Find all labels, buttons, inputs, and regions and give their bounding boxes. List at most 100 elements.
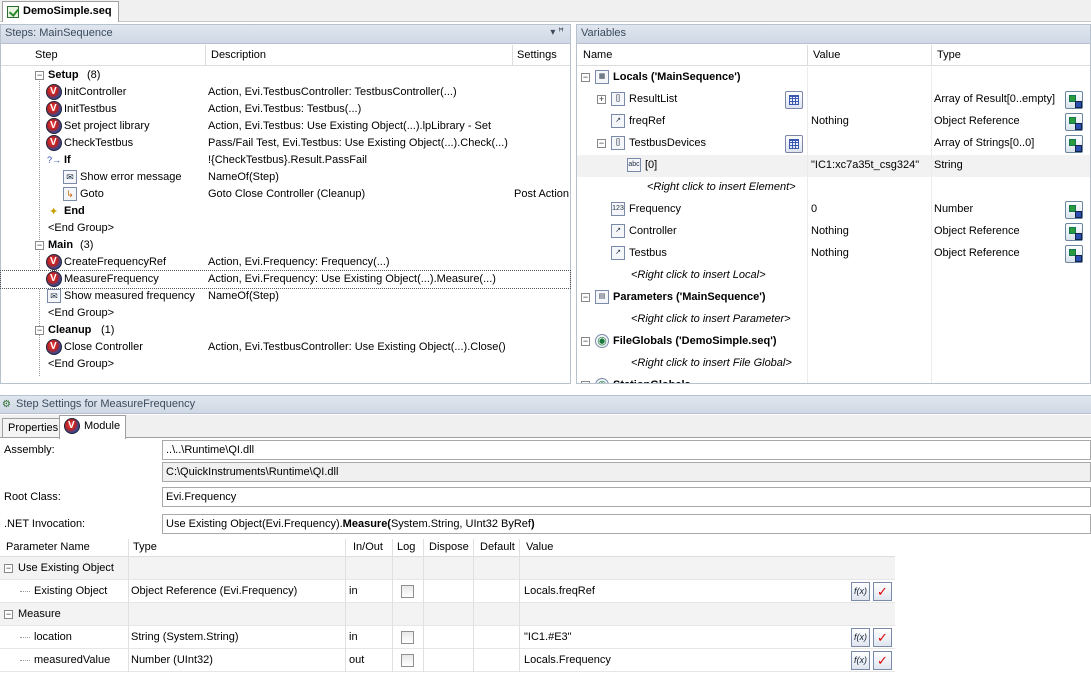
step-row[interactable]: − Main (3): [1, 237, 570, 254]
tab-properties[interactable]: Properties: [2, 418, 65, 438]
parameter-group-row[interactable]: − Measure: [0, 603, 895, 626]
variable-row[interactable]: − ▦ Locals ('MainSequence'): [577, 67, 1090, 89]
document-tab[interactable]: DemoSimple.seq: [2, 1, 119, 22]
tree-line: [20, 637, 30, 638]
variable-row[interactable]: abc [0] "IC1:xc7a35t_csg324" String: [577, 155, 1090, 177]
collapse-icon[interactable]: −: [581, 337, 590, 346]
collapse-icon[interactable]: −: [581, 73, 590, 82]
variable-row[interactable]: − ◉ StationGlobals: [577, 375, 1090, 383]
collapse-icon[interactable]: −: [4, 564, 13, 573]
variable-row[interactable]: −[] TestbusDevices Array of Strings[0..0]: [577, 133, 1090, 155]
tree-line: [20, 660, 30, 661]
variable-row[interactable]: <Right click to insert Element>: [577, 177, 1090, 199]
collapse-icon[interactable]: −: [581, 293, 590, 302]
invocation-field[interactable]: Use Existing Object(Evi.Frequency).Measu…: [162, 514, 1091, 534]
col-name[interactable]: Name: [583, 49, 612, 61]
variable-row[interactable]: + [] ResultList Array of Result[0..empty]: [577, 89, 1090, 111]
root-class-field[interactable]: Evi.Frequency: [162, 487, 1091, 507]
expression-browse-button[interactable]: f(x): [851, 651, 870, 670]
pcol-default[interactable]: Default: [480, 541, 515, 553]
variable-row[interactable]: 123 Frequency 0 Number: [577, 199, 1090, 221]
tab-module[interactable]: Module: [59, 415, 127, 439]
parameters-table: − Use Existing Object Existing Object Objec…: [0, 557, 895, 675]
variable-row[interactable]: <Right click to insert Parameter>: [577, 309, 1090, 331]
pcol-value[interactable]: Value: [526, 541, 553, 553]
insert-hint: <Right click to insert File Global>: [631, 357, 792, 369]
expand-icon[interactable]: +: [597, 95, 606, 104]
array-bounds-button[interactable]: [785, 91, 803, 109]
collapse-icon[interactable]: −: [35, 241, 44, 250]
parameter-row[interactable]: location String (System.String) in "IC1.#E3…: [0, 626, 895, 649]
variable-row[interactable]: ↗ Controller Nothing Object Reference: [577, 221, 1090, 243]
variable-row[interactable]: ↗ Testbus Nothing Object Reference: [577, 243, 1090, 265]
pcol-type[interactable]: Type: [133, 541, 157, 553]
array-bounds-button[interactable]: [785, 135, 803, 153]
step-row[interactable]: − Setup (8): [1, 67, 570, 84]
variable-row[interactable]: <Right click to insert File Global>: [577, 353, 1090, 375]
step-row[interactable]: <End Group>: [1, 220, 570, 237]
parameter-row[interactable]: measuredValue Number (UInt32) out Locals.Fr…: [0, 649, 895, 672]
pcol-inout[interactable]: In/Out: [353, 541, 383, 553]
check-expression-button[interactable]: ✓: [873, 651, 892, 670]
step-row[interactable]: Close Controller Action, Evi.TestbusContr…: [1, 339, 570, 356]
variable-name: ResultList: [629, 93, 678, 105]
pcol-dispose[interactable]: Dispose: [429, 541, 469, 553]
step-row[interactable]: InitController Action, Evi.TestbusControl…: [1, 84, 570, 101]
step-row[interactable]: MeasureFrequency Action, Evi.Frequency: U…: [0, 270, 571, 289]
collapse-icon[interactable]: −: [35, 71, 44, 80]
step-row[interactable]: ✉ Show error message NameOf(Step): [1, 169, 570, 186]
step-row[interactable]: ?→ If !{CheckTestbus}.Result.PassFail: [1, 152, 570, 169]
collapse-icon[interactable]: −: [4, 610, 13, 619]
variable-row[interactable]: − ◉ FileGlobals ('DemoSimple.seq'): [577, 331, 1090, 353]
step-row[interactable]: ✉ Show measured frequency NameOf(Step): [1, 288, 570, 305]
action-step-icon: [46, 135, 62, 151]
browse-type-button[interactable]: [1065, 245, 1083, 263]
variable-row[interactable]: − ▤ Parameters ('MainSequence'): [577, 287, 1090, 309]
step-row[interactable]: Set project library Action, Evi.Testbus: …: [1, 118, 570, 135]
col-value[interactable]: Value: [813, 49, 840, 61]
step-row[interactable]: <End Group>: [1, 356, 570, 373]
step-row[interactable]: − Cleanup (1): [1, 322, 570, 339]
invocation-prefix: Use Existing Object(Evi.Frequency).: [166, 518, 343, 530]
variable-row[interactable]: <Right click to insert Local>: [577, 265, 1090, 287]
end-icon: ✦: [49, 206, 59, 218]
variable-row[interactable]: ↗ freqRef Nothing Object Reference: [577, 111, 1090, 133]
collapse-icon[interactable]: −: [35, 326, 44, 335]
tab-module-label: Module: [84, 420, 121, 432]
check-expression-button[interactable]: ✓: [873, 582, 892, 601]
col-settings[interactable]: Settings: [517, 49, 557, 61]
log-checkbox[interactable]: [401, 654, 414, 667]
collapse-icon[interactable]: −: [597, 139, 606, 148]
string-icon: abc: [627, 158, 641, 172]
browse-type-button[interactable]: [1065, 223, 1083, 241]
log-checkbox[interactable]: [401, 585, 414, 598]
browse-type-button[interactable]: [1065, 113, 1083, 131]
step-row[interactable]: CreateFrequencyRef Action, Evi.Frequency:…: [1, 254, 570, 271]
log-checkbox[interactable]: [401, 631, 414, 644]
step-row[interactable]: ↳ Goto Goto Close Controller (Cleanup) Post…: [1, 186, 570, 203]
col-step[interactable]: Step: [35, 49, 58, 61]
browse-type-button[interactable]: [1065, 91, 1083, 109]
step-row[interactable]: InitTestbus Action, Evi.Testbus: Testbus(…: [1, 101, 570, 118]
step-row[interactable]: <End Group>: [1, 305, 570, 322]
variable-type: Array of Result[0..empty]: [934, 93, 1056, 105]
message-icon: ✉: [47, 289, 61, 303]
parameter-row[interactable]: Existing Object Object Reference (Evi.Fre…: [0, 580, 895, 603]
check-expression-button[interactable]: ✓: [873, 628, 892, 647]
step-name: If: [64, 154, 71, 166]
expression-browse-button[interactable]: f(x): [851, 582, 870, 601]
col-type[interactable]: Type: [937, 49, 961, 61]
pcol-name[interactable]: Parameter Name: [6, 541, 90, 553]
col-description[interactable]: Description: [211, 49, 266, 61]
collapse-icon[interactable]: −: [581, 381, 590, 383]
browse-type-button[interactable]: [1065, 135, 1083, 153]
step-row[interactable]: ✦ End: [1, 203, 570, 220]
expression-browse-button[interactable]: f(x): [851, 628, 870, 647]
browse-type-button[interactable]: [1065, 201, 1083, 219]
assembly-field[interactable]: ..\..\Runtime\QI.dll: [162, 440, 1091, 460]
pane-pin-icon[interactable]: ▾ ꟸ: [550, 27, 564, 38]
parameter-group-row[interactable]: − Use Existing Object: [0, 557, 895, 580]
insert-hint: <Right click to insert Element>: [647, 181, 796, 193]
pcol-log[interactable]: Log: [397, 541, 415, 553]
step-row[interactable]: CheckTestbus Pass/Fail Test, Evi.Testbus:…: [1, 135, 570, 152]
